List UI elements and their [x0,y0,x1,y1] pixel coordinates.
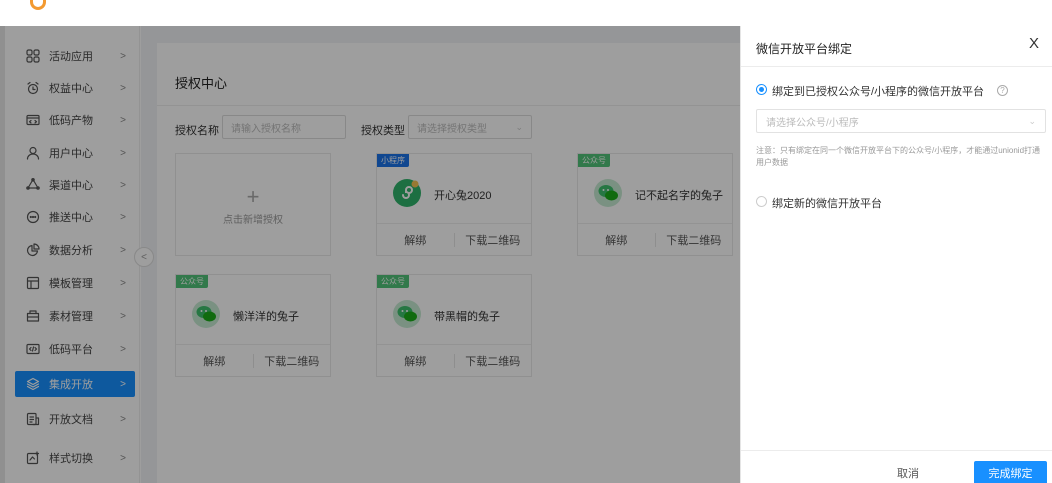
logo-mark-icon [30,0,46,10]
drawer-title: 微信开放平台绑定 [756,42,853,56]
radio-bind-new-label[interactable]: 绑定新的微信开放平台 [772,195,882,211]
chevron-down-icon: ⌄ [1028,116,1036,126]
cancel-button[interactable]: 取消 [876,461,940,483]
top-bar [0,0,1052,26]
wechat-bind-drawer: 微信开放平台绑定 X 绑定到已授权公众号/小程序的微信开放平台 ? 请选择公众号… [740,26,1052,483]
logo[interactable] [30,0,84,16]
radio-bind-existing[interactable] [756,84,767,95]
close-icon[interactable]: X [1029,35,1039,52]
binding-note: 注意：只有绑定在同一个微信开放平台下的公众号/小程序，才能通过unionid打通… [756,146,1041,167]
radio-bind-existing-label[interactable]: 绑定到已授权公众号/小程序的微信开放平台 [772,83,984,99]
radio-bind-new[interactable] [756,196,767,207]
modal-overlay[interactable] [0,26,740,483]
account-select-placeholder: 请选择公众号/小程序 [766,117,859,129]
account-select[interactable]: 请选择公众号/小程序 ⌄ [756,109,1046,133]
drawer-divider [741,66,1052,67]
complete-binding-button[interactable]: 完成绑定 [974,461,1047,483]
help-circle-icon[interactable]: ? [997,85,1008,96]
drawer-footer-divider [741,450,1052,451]
